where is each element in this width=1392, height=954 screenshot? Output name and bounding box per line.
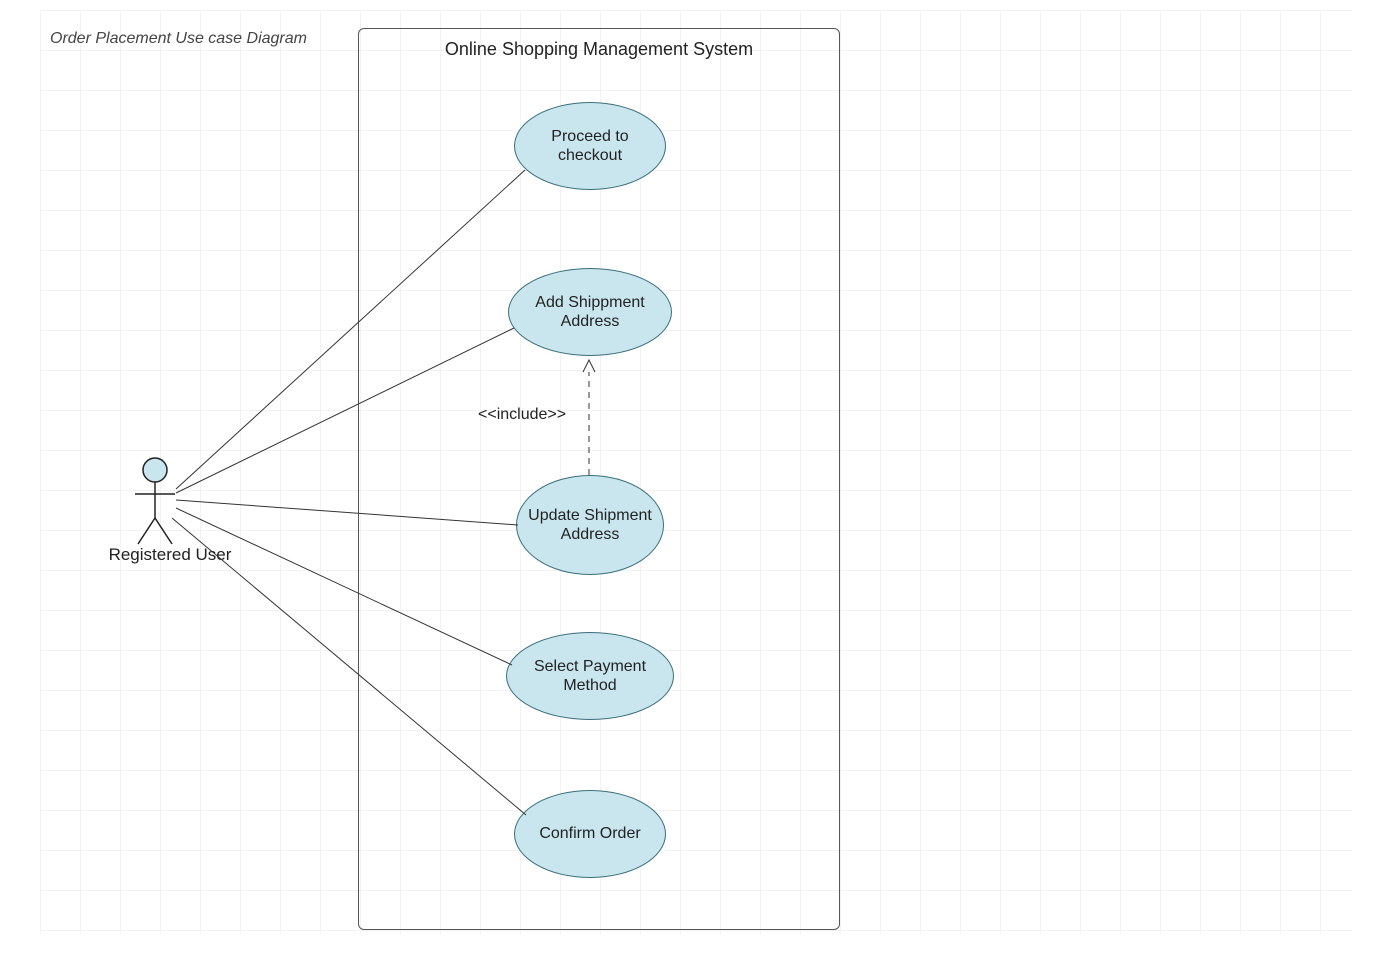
include-label: <<include>> [478, 406, 566, 424]
diagram-title: Order Placement Use case Diagram [50, 30, 307, 48]
usecase-confirm-order: Confirm Order [514, 790, 666, 878]
actor-label: Registered User [90, 545, 250, 565]
diagram-canvas: Order Placement Use case Diagram Online … [0, 0, 1392, 954]
usecase-select-payment-method: Select Payment Method [506, 632, 674, 720]
usecase-proceed-checkout: Proceed to checkout [514, 102, 666, 190]
usecase-add-shipment-address: Add Shippment Address [508, 268, 672, 356]
system-title: Online Shopping Management System [359, 39, 839, 60]
usecase-update-shipment-address: Update Shipment Address [516, 475, 664, 575]
